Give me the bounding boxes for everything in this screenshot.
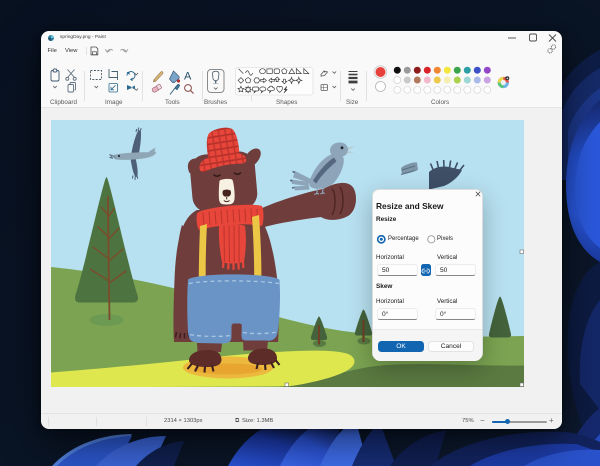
svg-text:A: A: [184, 70, 192, 82]
